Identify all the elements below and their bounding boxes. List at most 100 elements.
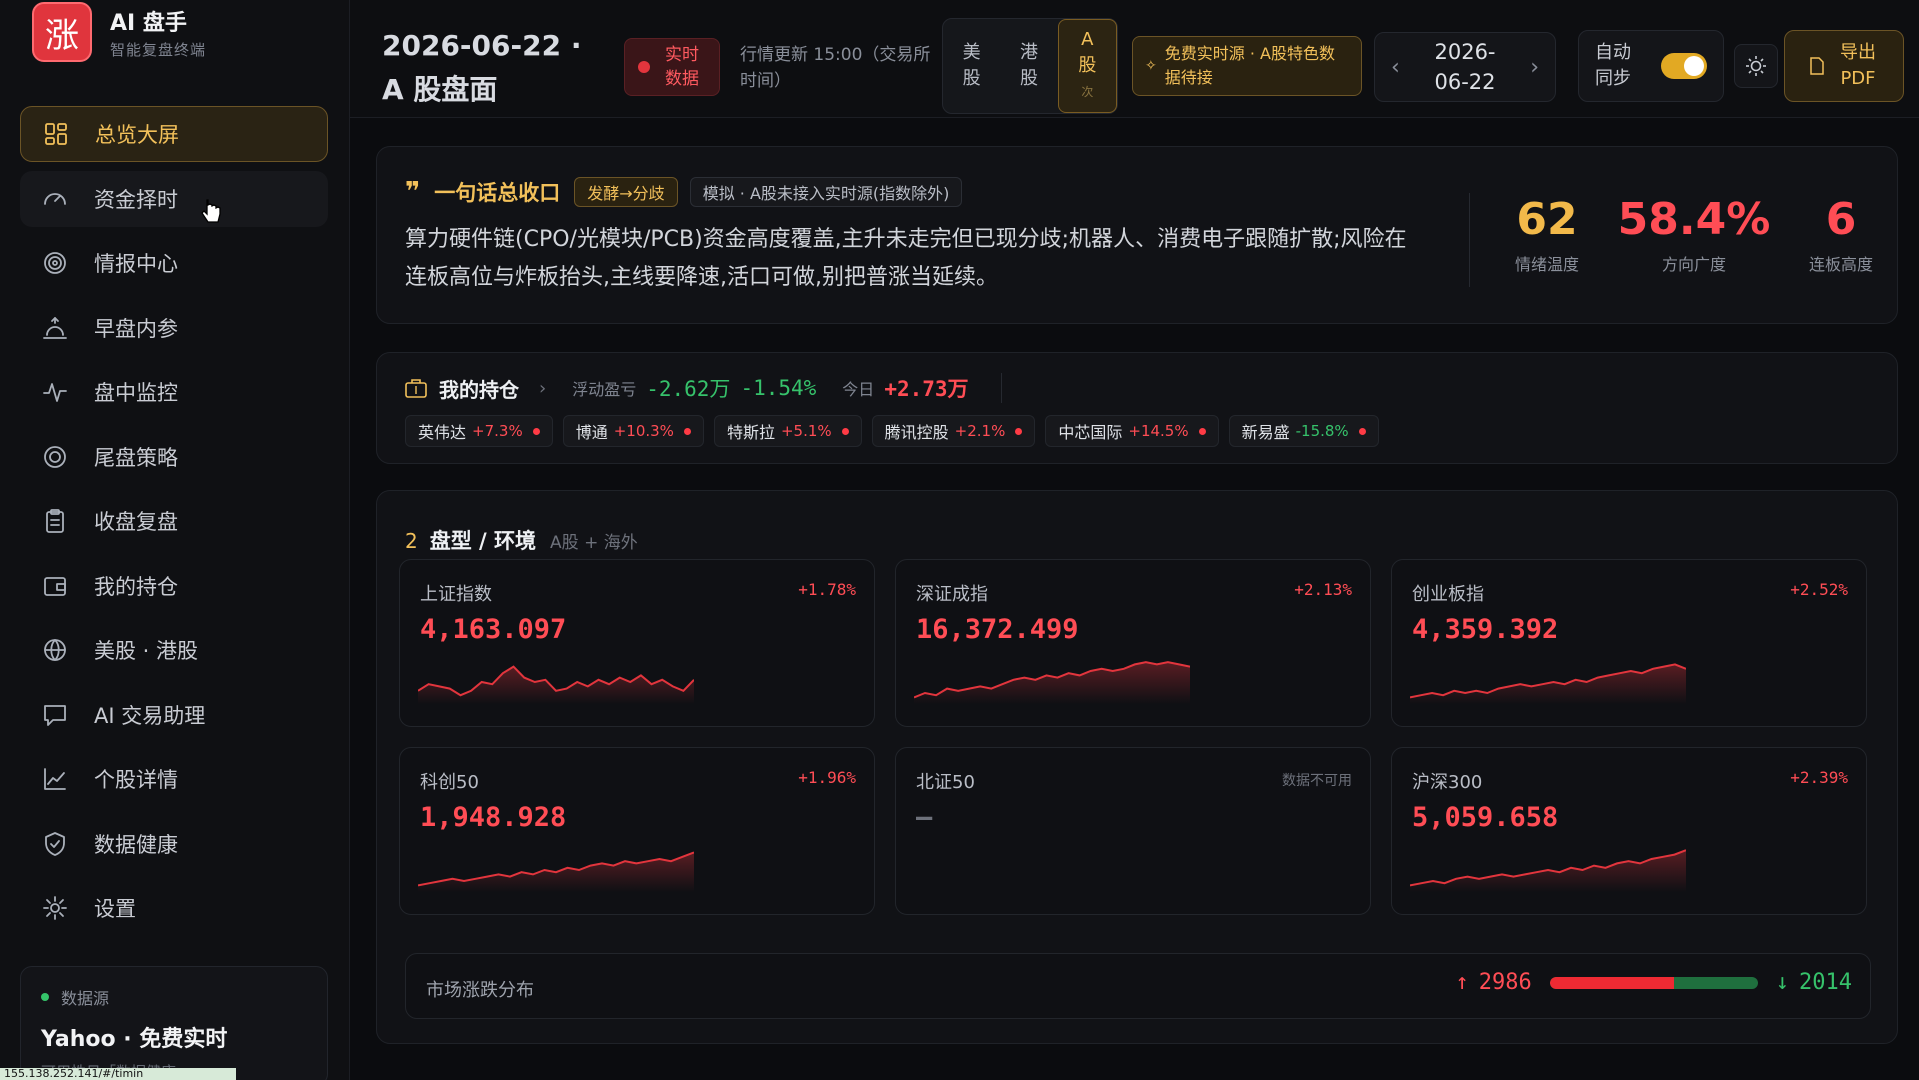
index-name: 上证指数 (420, 584, 492, 605)
up-count: 2986 (1478, 970, 1532, 995)
sidebar-item-label: 我的持仓 (94, 574, 178, 599)
sidebar-item-6[interactable]: 收盘复盘 (20, 493, 328, 549)
sidebar-nav: 总览大屏资金择时情报中心早盘内参盘中监控尾盘策略收盘复盘我的持仓美股 · 港股 A… (20, 106, 328, 945)
sidebar-item-3[interactable]: 早盘内参 (20, 300, 328, 356)
index-card[interactable]: 深证成指 +2.13% 16,372.499 (895, 559, 1371, 727)
sidebar-item-9[interactable]: AI 交易助理 (20, 687, 328, 743)
index-value: 16,372.499 (916, 614, 1079, 645)
sidebar-item-5[interactable]: 尾盘策略 (20, 429, 328, 485)
sidebar-item-1[interactable]: 资金择时 (20, 170, 328, 227)
chat-icon (40, 700, 70, 730)
index-sparkline (418, 851, 694, 892)
datasource-panel[interactable]: 数据源 Yahoo · 免费实时 可用性见「数据健康」→ (20, 966, 328, 1080)
sidebar-item-label: 美股 · 港股 (94, 639, 199, 663)
breadth-fill (1549, 976, 1674, 989)
date-picker: ‹ 2026-06-22 › (1374, 32, 1556, 102)
brand-title: AI 盘手 (110, 10, 187, 36)
shield-icon (40, 829, 70, 859)
sidebar-item-4[interactable]: 盘中监控 (20, 364, 328, 420)
sidebar-item-10[interactable]: 个股详情 (20, 751, 328, 807)
holding-pct: +2.1% (954, 422, 1006, 440)
sidebar-item-0[interactable]: 总览大屏 (20, 106, 328, 162)
index-value: 1,948.928 (420, 802, 567, 833)
market-breadth-bar: 市场涨跌分布 ↑ 2986 ↓ 2014 (405, 953, 1871, 1019)
index-card[interactable]: 北证50 数据不可用 — (895, 747, 1371, 915)
holding-chip[interactable]: 腾讯控股 +2.1% (871, 415, 1036, 447)
index-value: 4,359.392 (1412, 614, 1559, 645)
holding-chip[interactable]: 博通 +10.3% (562, 415, 704, 447)
environment-card: 2 盘型 / 环境 A股 + 海外 上证指数 +1.78% 4,163.097 深证成… (376, 490, 1898, 1044)
metric-label: 连板高度 (1808, 255, 1873, 274)
holding-name: 特斯拉 (726, 423, 775, 442)
metric-label: 情绪温度 (1514, 255, 1579, 274)
date-picker-value[interactable]: 2026-06-22 (1420, 37, 1510, 97)
index-name: 沪深300 (1412, 772, 1483, 793)
gauge-icon (40, 184, 70, 214)
floating-pnl-value: -2.62万 (646, 377, 731, 401)
brand-logo: 涨 (32, 2, 92, 62)
sparkline-area (914, 662, 1190, 704)
auto-sync-control: 自动同步 (1578, 30, 1724, 102)
index-card[interactable]: 上证指数 +1.78% 4,163.097 (399, 559, 875, 727)
holding-pct: +5.1% (780, 422, 832, 440)
status-url: 155.138.252.141/#/timin (0, 1068, 236, 1080)
tab-a-label: A股 (1078, 29, 1097, 76)
source-warning-text: 免费实时源 · A股特色数据待接 (1164, 44, 1335, 87)
theme-toggle-button[interactable] (1734, 44, 1778, 88)
alert-dot-icon (1015, 427, 1023, 435)
sidebar-item-label: 盘中监控 (94, 381, 178, 405)
divider (1469, 193, 1470, 287)
chevron-right-icon[interactable]: › (539, 378, 546, 399)
sparkline-area (1410, 664, 1686, 704)
holding-name: 博通 (575, 423, 608, 442)
index-card[interactable]: 创业板指 +2.52% 4,359.392 (1391, 559, 1867, 727)
metric-value: 58.4% (1617, 194, 1771, 245)
tab-hk[interactable]: 港股 (1000, 19, 1057, 113)
index-card[interactable]: 沪深300 +2.39% 5,059.658 (1391, 747, 1867, 915)
auto-sync-toggle[interactable] (1661, 53, 1707, 79)
sidebar-item-label: AI 交易助理 (94, 703, 206, 728)
source-warning-badge[interactable]: ✧ 免费实时源 · A股特色数据待接 (1132, 36, 1362, 96)
alert-dot-icon (683, 427, 691, 435)
mode-tag: 模拟 · A股未接入实时源(指数除外) (689, 177, 963, 207)
summary-text: 算力硬件链(CPO/光模块/PCB)资金高度覆盖,主升未走完但已现分歧;机器人、… (405, 227, 1407, 290)
chevron-right-icon[interactable]: › (1530, 55, 1539, 80)
index-sparkline (1410, 663, 1686, 704)
tab-a-sub: 次 (1081, 85, 1094, 99)
holding-chip[interactable]: 英伟达 +7.3% (405, 415, 553, 447)
sidebar-item-label: 收盘复盘 (94, 510, 178, 534)
holdings-card: 我的持仓 › 浮动盈亏 -2.62万 -1.54% 今日 +2.73万 英伟达 +… (376, 352, 1898, 464)
chevron-left-icon[interactable]: ‹ (1391, 55, 1400, 80)
pulse-icon (40, 377, 70, 407)
sidebar-item-2[interactable]: 情报中心 (20, 235, 328, 291)
sidebar-item-7[interactable]: 我的持仓 (20, 558, 328, 614)
export-pdf-button[interactable]: 导出 PDF (1784, 30, 1904, 102)
holding-pct: +7.3% (472, 422, 523, 440)
brand[interactable]: 涨 AI 盘手 智能复盘终端 (32, 2, 206, 62)
metric-label: 方向广度 (1661, 255, 1726, 274)
radar-icon (40, 248, 70, 278)
sidebar-item-8[interactable]: 美股 · 港股 (20, 622, 328, 678)
floating-pnl-pct: -1.54% (740, 376, 817, 400)
file-icon (1810, 57, 1824, 75)
sparkline-area (1410, 850, 1686, 892)
mouse-cursor-icon (201, 199, 221, 223)
tab-us[interactable]: 美股 (943, 19, 1000, 113)
section-subtitle: A股 + 海外 (550, 533, 638, 553)
sidebar-item-12[interactable]: 设置 (20, 880, 328, 936)
export-pdf-label: 导出 PDF (1840, 42, 1876, 89)
holding-chip[interactable]: 特斯拉 +5.1% (713, 415, 862, 447)
holding-chip[interactable]: 中芯国际 +14.5% (1045, 415, 1219, 447)
holdings-title[interactable]: 我的持仓 (439, 374, 519, 403)
tab-a-share[interactable]: A股次 (1057, 19, 1117, 113)
holding-chip[interactable]: 新易盛 -15.8% (1228, 415, 1379, 447)
summary-card: ❞ 一句话总收口 发酵→分歧 模拟 · A股未接入实时源(指数除外) 算力硬件链… (376, 146, 1898, 324)
floating-pnl-label: 浮动盈亏 (572, 380, 637, 399)
live-data-badge: 实时数据 (624, 38, 720, 96)
sidebar-item-label: 设置 (94, 897, 136, 921)
sidebar-item-11[interactable]: 数据健康 (20, 816, 328, 872)
divider (1000, 373, 1002, 403)
sidebar-item-label: 数据健康 (94, 832, 178, 857)
index-card[interactable]: 科创50 +1.96% 1,948.928 (399, 747, 875, 915)
metric-sentiment: 62 情绪温度 (1497, 193, 1597, 275)
